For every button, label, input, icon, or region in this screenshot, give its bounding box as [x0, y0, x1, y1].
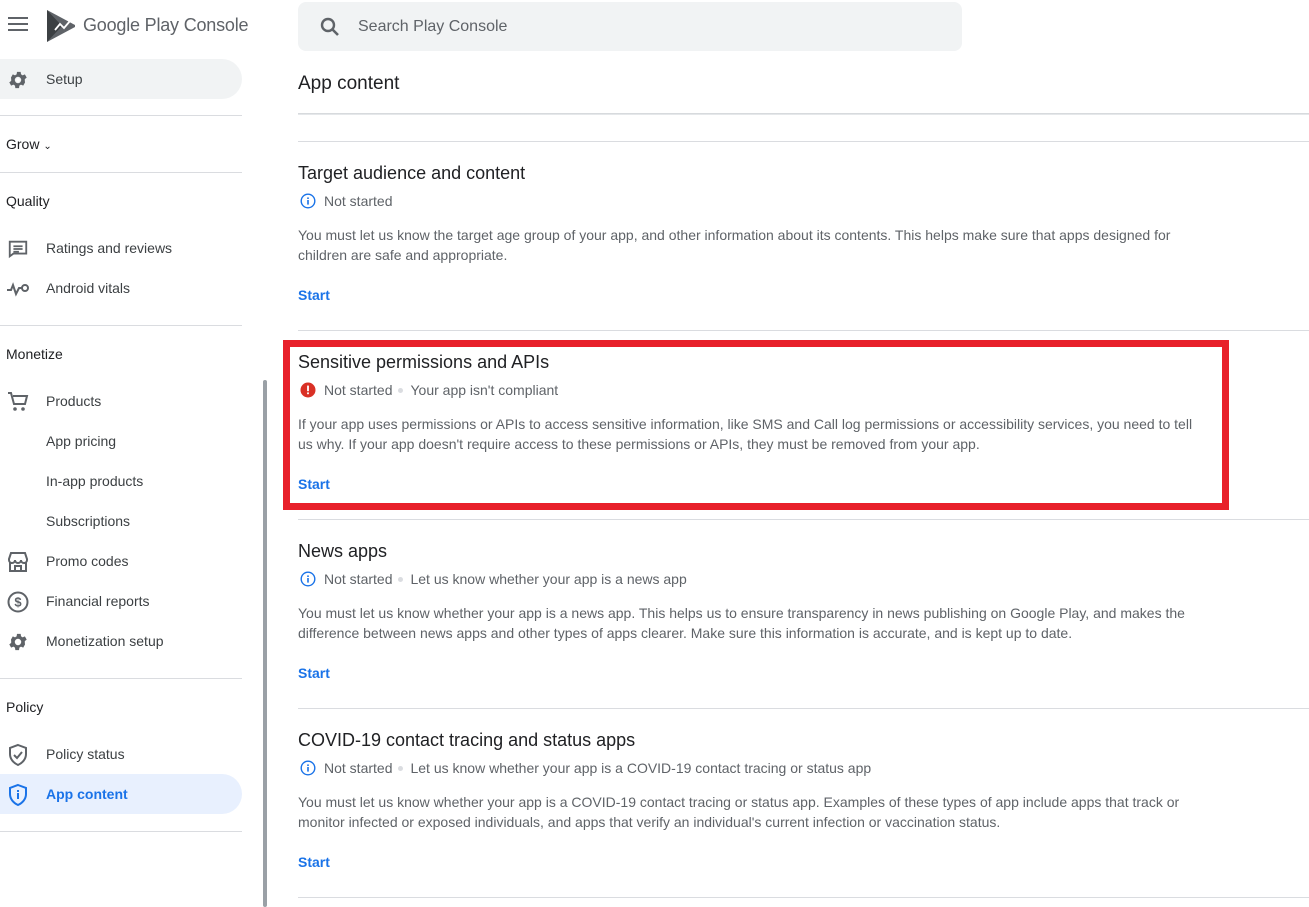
- divider: [0, 678, 242, 679]
- search-icon: [320, 17, 339, 36]
- shield-check-icon: [6, 743, 30, 767]
- vitals-icon: [6, 277, 30, 301]
- svg-text:$: $: [14, 595, 22, 610]
- dollar-icon: $: [6, 590, 30, 614]
- store-icon: [6, 550, 30, 574]
- sidebar-item-label: App pricing: [46, 433, 117, 449]
- section-description: You must let us know the target age grou…: [298, 227, 1171, 263]
- page-title: App content: [298, 73, 400, 94]
- content-section-covid-apps: COVID-19 contact tracing and status apps…: [298, 730, 1208, 872]
- divider: [298, 330, 1309, 331]
- status-row: Not started Let us know whether your app…: [298, 758, 1208, 778]
- info-icon: [300, 760, 316, 776]
- sidebar-item-label: Ratings and reviews: [46, 240, 173, 256]
- sidebar-item-app-pricing[interactable]: App pricing: [0, 421, 242, 461]
- divider: [298, 141, 1309, 142]
- status-text: Not started: [324, 571, 393, 587]
- sidebar-item-label: Financial reports: [46, 593, 150, 609]
- sidebar-item-label: Subscriptions: [46, 513, 131, 529]
- section-description: You must let us know whether your app is…: [298, 605, 1185, 641]
- sidebar-section-monetize: Monetize: [6, 346, 63, 362]
- status-text: Not started: [324, 760, 393, 776]
- sidebar-item-app-content[interactable]: App content: [0, 774, 242, 814]
- status-detail: Let us know whether your app is a news a…: [410, 571, 687, 587]
- section-title: News apps: [298, 541, 388, 561]
- header-divider: [298, 113, 1309, 115]
- info-icon: [300, 193, 316, 209]
- content-section-target-audience: Target audience and content Not started …: [298, 163, 1208, 305]
- status-row: Not started Let us know whether your app…: [298, 569, 1208, 589]
- app-header: Google Play Console: [0, 0, 260, 52]
- search-input[interactable]: [358, 14, 918, 40]
- highlight-annotation: [283, 340, 1229, 510]
- sidebar-item-setup[interactable]: Setup: [0, 59, 242, 99]
- status-text: Not started: [324, 193, 393, 209]
- play-console-logo: [47, 10, 75, 42]
- divider: [0, 172, 242, 173]
- sidebar-item-label: In-app products: [46, 473, 144, 489]
- sidebar-item-policy-status[interactable]: Policy status: [0, 734, 242, 774]
- menu-icon[interactable]: [8, 17, 28, 33]
- content-section-news-apps: News apps Not started Let us know whethe…: [298, 541, 1208, 683]
- gear-icon: [6, 630, 30, 654]
- sidebar-item-financial-reports[interactable]: $ Financial reports: [0, 581, 242, 621]
- separator-dot: [398, 576, 404, 582]
- divider: [0, 115, 242, 116]
- start-link[interactable]: Start: [298, 854, 330, 870]
- divider: [298, 897, 1309, 898]
- separator-dot: [398, 765, 404, 771]
- sidebar-section-quality: Quality: [6, 193, 50, 209]
- divider: [298, 519, 1309, 520]
- sidebar-section-policy: Policy: [6, 699, 44, 715]
- divider: [0, 831, 242, 832]
- divider: [0, 325, 242, 326]
- sidebar-item-label: Promo codes: [46, 553, 129, 569]
- sidebar-item-label: Policy status: [46, 746, 125, 762]
- status-detail: Let us know whether your app is a COVID-…: [410, 760, 872, 776]
- info-icon: [300, 571, 316, 587]
- start-link[interactable]: Start: [298, 665, 330, 681]
- sidebar-item-products[interactable]: Products: [0, 381, 242, 421]
- app-logo-text: Google Play Console: [83, 15, 249, 35]
- sidebar-item-promo-codes[interactable]: Promo codes: [0, 541, 242, 581]
- sidebar-item-label: Setup: [46, 71, 83, 87]
- sidebar-item-label: Android vitals: [46, 280, 131, 296]
- sidebar-item-subscriptions[interactable]: Subscriptions: [0, 501, 242, 541]
- status-row: Not started: [298, 191, 1208, 211]
- sidebar: Setup Grow ⌄ Quality Ratings and reviews…: [0, 52, 260, 907]
- chevron-down-icon: ⌄: [43, 141, 52, 152]
- shield-info-icon: [6, 783, 30, 807]
- section-title: COVID-19 contact tracing and status apps: [298, 730, 636, 750]
- search-bar: [298, 2, 962, 51]
- section-description: You must let us know whether your app is…: [298, 794, 1180, 830]
- sidebar-item-label: App content: [46, 786, 128, 802]
- sidebar-item-in-app-products[interactable]: In-app products: [0, 461, 242, 501]
- gear-icon: [6, 68, 30, 92]
- sidebar-item-label: Products: [46, 393, 102, 409]
- divider: [298, 708, 1309, 709]
- section-title: Target audience and content: [298, 163, 526, 183]
- reviews-icon: [6, 237, 30, 261]
- sidebar-scrollbar[interactable]: [263, 380, 267, 907]
- sidebar-section-grow[interactable]: Grow ⌄: [6, 136, 52, 152]
- start-link[interactable]: Start: [298, 287, 330, 303]
- sidebar-item-ratings[interactable]: Ratings and reviews: [0, 228, 242, 268]
- sidebar-item-monetization-setup[interactable]: Monetization setup: [0, 621, 242, 661]
- sidebar-item-android-vitals[interactable]: Android vitals: [0, 268, 242, 308]
- cart-icon: [6, 390, 30, 414]
- sidebar-item-label: Monetization setup: [46, 633, 164, 649]
